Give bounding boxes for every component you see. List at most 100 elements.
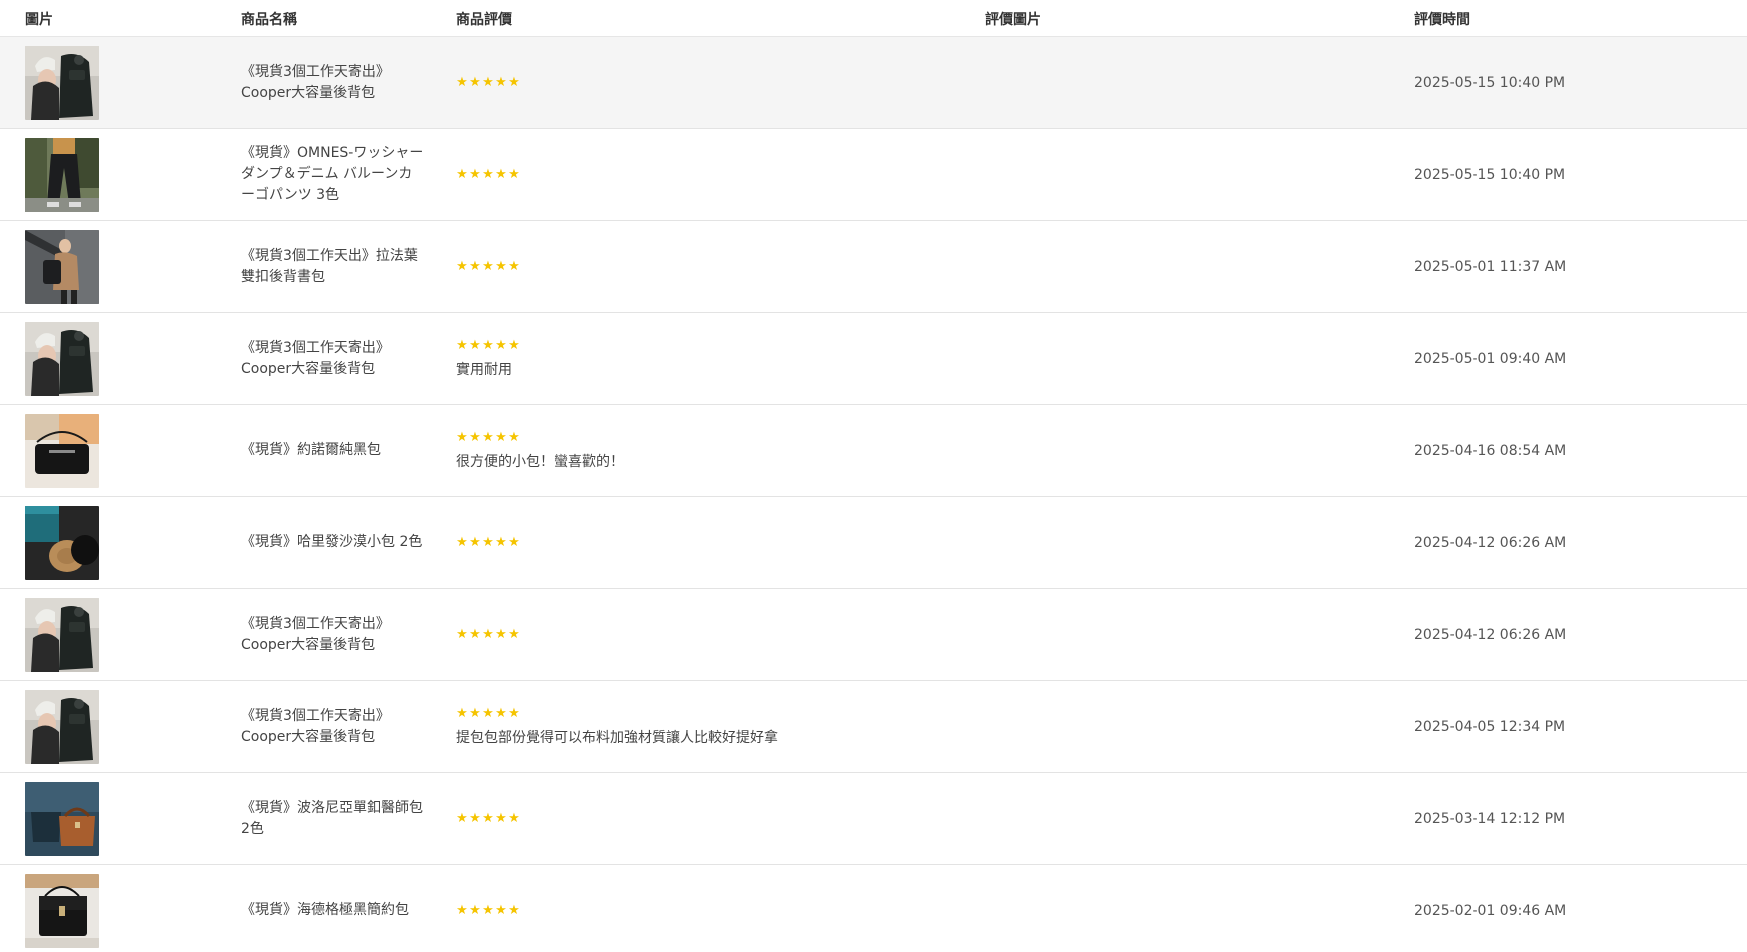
star-icon: ★ (508, 535, 520, 550)
star-icon: ★ (508, 811, 520, 826)
star-icon: ★ (469, 535, 481, 550)
rating-cell: ★ ★ ★ ★ ★ 很方便的小包！蠻喜歡的！ (456, 405, 624, 496)
product-thumbnail[interactable] (25, 690, 99, 764)
star-icon: ★ (456, 75, 468, 90)
star-icon: ★ (456, 706, 468, 721)
star-icon: ★ (482, 535, 494, 550)
review-time: 2025-03-14 12:12 PM (1414, 810, 1566, 827)
product-name-link[interactable]: 《現貨3個工作天出》拉法葉雙扣後背書包 (241, 221, 426, 312)
rating-cell: ★ ★ ★ ★ ★ (456, 497, 520, 588)
review-comment: 實用耐用 (456, 361, 512, 378)
star-icon: ★ (482, 430, 494, 445)
star-icon: ★ (495, 338, 507, 353)
star-icon: ★ (482, 259, 494, 274)
star-icon: ★ (508, 430, 520, 445)
star-icon: ★ (495, 706, 507, 721)
rating-cell: ★ ★ ★ ★ ★ (456, 773, 520, 864)
product-name-link[interactable]: 《現貨》約諾爾純黑包 (241, 405, 426, 496)
star-rating: ★ ★ ★ ★ ★ (456, 628, 520, 642)
star-icon: ★ (495, 259, 507, 274)
header-review-photos: 評價圖片 (985, 12, 1041, 28)
star-icon: ★ (508, 903, 520, 918)
star-icon: ★ (482, 627, 494, 642)
star-icon: ★ (495, 535, 507, 550)
table-row: 《現貨3個工作天寄出》Cooper大容量後背包 ★ ★ ★ ★ ★ 2025-04-12 0… (0, 589, 1747, 681)
product-name-link[interactable]: 《現貨》哈里發沙漠小包 2色 (241, 497, 426, 588)
review-time: 2025-04-05 12:34 PM (1414, 718, 1566, 735)
star-icon: ★ (469, 627, 481, 642)
star-rating: ★ ★ ★ ★ ★ (456, 168, 520, 182)
product-name-link[interactable]: 《現貨3個工作天寄出》Cooper大容量後背包 (241, 589, 426, 680)
star-icon: ★ (469, 706, 481, 721)
product-thumbnail[interactable] (25, 230, 99, 304)
star-icon: ★ (495, 903, 507, 918)
star-rating: ★ ★ ★ ★ ★ (456, 260, 520, 274)
star-rating: ★ ★ ★ ★ ★ (456, 904, 520, 918)
table-header: 圖片 商品名稱 商品評價 評價圖片 評價時間 (0, 0, 1747, 37)
star-icon: ★ (495, 75, 507, 90)
product-name-link[interactable]: 《現貨3個工作天寄出》Cooper大容量後背包 (241, 37, 426, 128)
star-icon: ★ (469, 811, 481, 826)
table-row: 《現貨3個工作天寄出》Cooper大容量後背包 ★ ★ ★ ★ ★ 2025-05-15 1… (0, 37, 1747, 129)
product-thumbnail[interactable] (25, 598, 99, 672)
product-thumbnail[interactable] (25, 46, 99, 120)
table-row: 《現貨》約諾爾純黑包 ★ ★ ★ ★ ★ 很方便的小包！蠻喜歡的！ 2025-04-16 08… (0, 405, 1747, 497)
product-name-link[interactable]: 《現貨3個工作天寄出》Cooper大容量後背包 (241, 313, 426, 404)
star-icon: ★ (482, 811, 494, 826)
product-name-link[interactable]: 《現貨》OMNES-ワッシャーダンプ＆デニム バルーンカーゴパンツ 3色 (241, 129, 426, 220)
product-thumbnail[interactable] (25, 782, 99, 856)
star-icon: ★ (508, 75, 520, 90)
product-thumbnail[interactable] (25, 414, 99, 488)
rating-cell: ★ ★ ★ ★ ★ (456, 589, 520, 680)
star-icon: ★ (508, 259, 520, 274)
header-review-time: 評價時間 (1414, 12, 1470, 28)
review-time: 2025-05-15 10:40 PM (1414, 166, 1566, 183)
header-image: 圖片 (25, 12, 53, 28)
star-icon: ★ (456, 903, 468, 918)
star-icon: ★ (469, 75, 481, 90)
table-row: 《現貨3個工作天寄出》Cooper大容量後背包 ★ ★ ★ ★ ★ 提包包部份覺得可以布料加… (0, 681, 1747, 773)
review-time: 2025-04-12 06:26 AM (1414, 626, 1567, 643)
star-rating: ★ ★ ★ ★ ★ (456, 76, 520, 90)
product-thumbnail[interactable] (25, 138, 99, 212)
star-icon: ★ (495, 430, 507, 445)
table-row: 《現貨》波洛尼亞單釦醫師包 2色 ★ ★ ★ ★ ★ 2025-03-14 12:12 PM (0, 773, 1747, 865)
star-icon: ★ (508, 338, 520, 353)
product-thumbnail[interactable] (25, 322, 99, 396)
star-icon: ★ (469, 259, 481, 274)
header-rating: 商品評價 (456, 12, 512, 28)
reviews-table: 圖片 商品名稱 商品評價 評價圖片 評價時間 《現貨3個工作天寄出》Cooper… (0, 0, 1747, 952)
star-icon: ★ (508, 167, 520, 182)
product-thumbnail[interactable] (25, 874, 99, 948)
review-time: 2025-04-12 06:26 AM (1414, 534, 1567, 551)
star-icon: ★ (508, 627, 520, 642)
star-icon: ★ (482, 903, 494, 918)
rating-cell: ★ ★ ★ ★ ★ (456, 221, 520, 312)
star-icon: ★ (469, 167, 481, 182)
table-body: 《現貨3個工作天寄出》Cooper大容量後背包 ★ ★ ★ ★ ★ 2025-05-15 1… (0, 37, 1747, 952)
product-name-link[interactable]: 《現貨》波洛尼亞單釦醫師包 2色 (241, 773, 426, 864)
star-icon: ★ (456, 430, 468, 445)
star-rating: ★ ★ ★ ★ ★ (456, 536, 520, 550)
review-comment: 很方便的小包！蠻喜歡的！ (456, 453, 624, 470)
star-rating: ★ ★ ★ ★ ★ (456, 812, 520, 826)
star-icon: ★ (456, 627, 468, 642)
star-icon: ★ (456, 811, 468, 826)
review-time: 2025-05-15 10:40 PM (1414, 74, 1566, 91)
review-time: 2025-02-01 09:46 AM (1414, 902, 1567, 919)
product-name-link[interactable]: 《現貨》海德格極黑簡約包 (241, 865, 426, 952)
star-icon: ★ (482, 706, 494, 721)
review-comment: 提包包部份覺得可以布料加強材質讓人比較好提好拿 (456, 729, 778, 746)
star-icon: ★ (482, 167, 494, 182)
star-icon: ★ (469, 338, 481, 353)
star-icon: ★ (495, 811, 507, 826)
star-icon: ★ (469, 903, 481, 918)
review-time: 2025-05-01 11:37 AM (1414, 258, 1567, 275)
rating-cell: ★ ★ ★ ★ ★ (456, 865, 520, 952)
review-time: 2025-05-01 09:40 AM (1414, 350, 1567, 367)
star-icon: ★ (456, 259, 468, 274)
product-name-link[interactable]: 《現貨3個工作天寄出》Cooper大容量後背包 (241, 681, 426, 772)
star-rating: ★ ★ ★ ★ ★ (456, 707, 778, 721)
rating-cell: ★ ★ ★ ★ ★ (456, 129, 520, 220)
product-thumbnail[interactable] (25, 506, 99, 580)
